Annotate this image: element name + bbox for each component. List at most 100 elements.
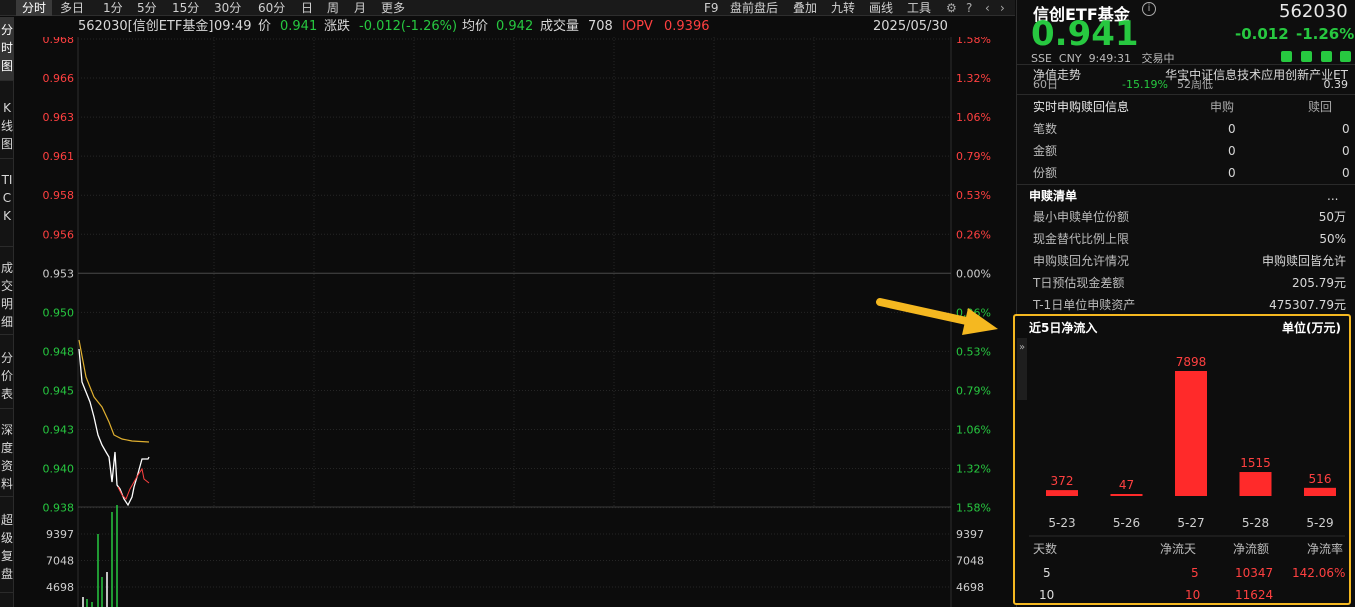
realtime-row: 笔数 0 0 [1033,122,1350,136]
price-tick-label: 0.953 [43,267,75,280]
f9-button[interactable]: F9 [704,0,719,16]
tab-multiday[interactable]: 多日 [60,0,84,16]
chart-grid [77,37,952,607]
volume-tick-label: 7048 [46,555,74,568]
creation-header: 申赎清单 ... [1017,185,1355,207]
tab-week[interactable]: 周 [327,0,339,16]
overlay-button[interactable]: 叠加 [793,0,817,16]
volume-tick-label: 9397 [46,528,74,541]
tab-intraday[interactable]: 分时 [16,0,52,16]
gear-icon[interactable]: ⚙ [946,0,957,16]
chevron-right-icon[interactable]: › [1000,0,1005,16]
quote-date: 2025/05/30 [873,19,948,34]
inflow-date-label: 5-27 [1177,516,1204,530]
pct-tick-label: 0.53% [956,345,991,358]
volume-tick-label: 7048 [956,555,984,568]
help-icon[interactable]: ? [966,0,972,16]
volume-tick-label: 4698 [46,581,74,594]
price-tick-label: 0.945 [43,384,75,397]
price-tick-label: 0.956 [43,228,75,241]
tab-5min[interactable]: 5分 [137,0,157,16]
inflow-date-label: 5-26 [1113,516,1140,530]
inflow-table-row: 5 5 10347 142.06% [1043,566,1346,580]
iopv-label: IOPV [622,19,653,34]
add-icon[interactable] [1340,51,1351,62]
pct-tick-label: 1.58% [956,502,991,515]
fund-price: 0.941 [1031,14,1139,54]
price-tick-label: 0.958 [43,189,75,202]
sidebar-tab-intraday[interactable]: 分时图 [0,17,14,81]
inflow-bar [1175,371,1207,496]
inflow-value-label: 47 [1119,478,1134,492]
chart-toolbar: 分时 多日 1分 5分 15分 30分 60分 日 周 月 更多 F9 盘前盘后… [0,0,1015,16]
sidebar-tab-trades[interactable]: 成交明细 [0,255,14,335]
tab-15min[interactable]: 15分 [172,0,199,16]
price-tick-label: 0.963 [43,111,75,124]
realtime-row: 金额 0 0 [1033,144,1350,158]
sidebar-tab-price-table[interactable]: 分价表 [0,345,14,409]
alert-icon[interactable] [1281,51,1292,62]
realtime-row: 份额 0 0 [1033,166,1350,180]
avg-label: 均价 [462,19,489,34]
more-icon[interactable]: ... [1327,185,1338,207]
inflow-bar [1239,472,1272,496]
pct-tick-label: 1.06% [956,424,991,437]
partial-stats-row: 60日 -15.19% 52周低 0.39 [1033,80,1348,91]
sidebar-tab-depth[interactable]: 深度资料 [0,417,14,497]
nine-turn-button[interactable]: 九转 [831,0,855,16]
pct-tick-label: 0.53% [956,189,991,202]
inflow-bar [1110,494,1143,496]
pct-tick-label: 0.79% [956,150,991,163]
tab-30min[interactable]: 30分 [214,0,241,16]
pct-tick-label: 0.00% [956,267,991,280]
realtime-header: 实时申购赎回信息 申购 赎回 [1033,100,1333,114]
bell-icon[interactable] [1301,51,1312,62]
pct-tick-label: 1.58% [956,37,991,46]
price-axis-left: 0.968 0.966 0.963 0.961 0.958 0.956 0.953 0.950… [43,37,75,515]
pct-tick-label: 0.26% [956,228,991,241]
tab-day[interactable]: 日 [301,0,313,16]
net-inflow-panel: 近5日净流入 单位(万元) » 372 5-23 47 5-26 7898 5-27 151… [1013,314,1351,605]
pct-tick-label: 1.32% [956,463,991,476]
inflow-bars: 372 5-23 47 5-26 7898 5-27 1515 5-28 516 5-29 [1046,355,1336,530]
price-tick-label: 0.950 [43,306,75,319]
info-icon[interactable]: i [1142,2,1156,16]
pct-tick-label: 0.79% [956,384,991,397]
inflow-value-label: 7898 [1176,355,1207,369]
inflow-bar [1046,490,1078,496]
view-sidebar: 分时图 K线图 TICK 成交明细 分价表 深度资料 超级复盘 [0,17,14,607]
inflow-date-label: 5-28 [1242,516,1269,530]
price-tick-label: 0.940 [43,463,75,476]
draw-line-button[interactable]: 画线 [869,0,893,16]
sidebar-tab-review[interactable]: 超级复盘 [0,507,14,593]
price-tick-label: 0.966 [43,72,75,85]
inflow-value-label: 516 [1309,472,1332,486]
price-tick-label: 0.948 [43,345,75,358]
tools-button[interactable]: 工具 [907,0,931,16]
inflow-date-label: 5-23 [1048,516,1075,530]
chevron-left-icon[interactable]: ‹ [985,0,990,16]
pin-icon[interactable] [1321,51,1332,62]
tab-more[interactable]: 更多 [381,0,405,16]
avg-value: 0.942 [496,19,534,34]
tab-60min[interactable]: 60分 [258,0,285,16]
fund-change-pct: -1.26% [1296,25,1355,43]
intraday-chart[interactable]: 0.968 0.966 0.963 0.961 0.958 0.956 0.953 0.950… [14,37,1015,607]
quote-time: 09:49 [214,19,252,34]
tab-month[interactable]: 月 [354,0,366,16]
price-value: 0.941 [280,19,318,34]
sidebar-tab-kline[interactable]: K线图 [0,95,14,159]
premarket-button[interactable]: 盘前盘后 [730,0,778,16]
tab-1min[interactable]: 1分 [103,0,123,16]
inflow-value-label: 372 [1051,474,1074,488]
inflow-bar [1304,487,1336,496]
price-tick-label: 0.943 [43,424,75,437]
pct-axis-right: 1.58%1.32%1.06%0.79%0.53%0.26%0.00%0.26%… [956,37,991,515]
sidebar-tab-tick[interactable]: TICK [0,167,14,247]
creation-row: T-1日单位申赎资产 475307.79元 [1033,298,1346,312]
fund-code: 562030 [1279,1,1348,22]
volume-tick-label: 4698 [956,581,984,594]
change-value: -0.012(-1.26%) [359,19,458,34]
price-tick-label: 0.938 [43,502,75,515]
pct-tick-label: 1.06% [956,111,991,124]
